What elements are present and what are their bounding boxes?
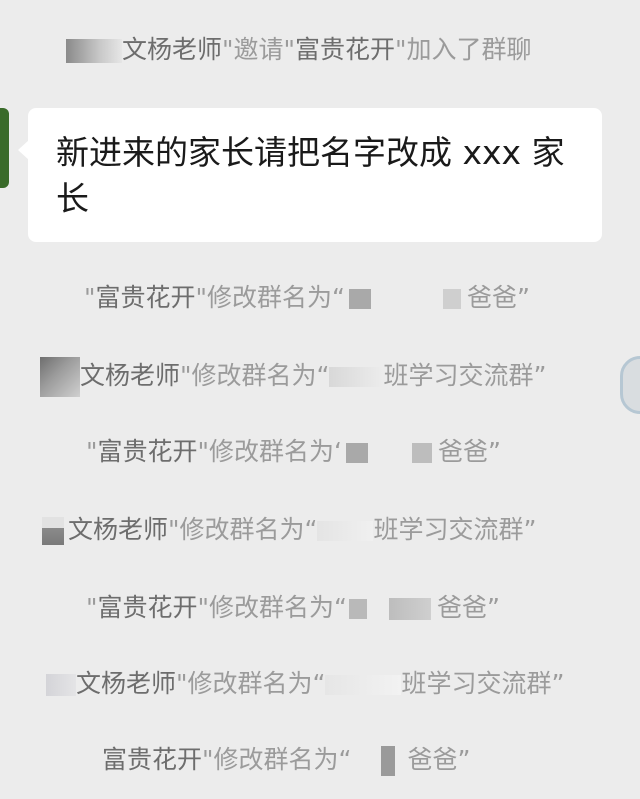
system-message-rename: 文杨老师"修改群名为“ 班学习交流群”	[46, 664, 640, 700]
blurred-name	[42, 517, 64, 545]
blurred-text	[381, 746, 396, 776]
blurred-text	[317, 521, 374, 541]
blurred-text	[329, 367, 384, 387]
blurred-text	[348, 289, 371, 309]
blurred-name	[46, 674, 76, 696]
blurred-text	[411, 443, 432, 463]
sender-avatar[interactable]	[0, 108, 9, 188]
blurred-text	[368, 443, 412, 463]
blurred-name	[66, 39, 122, 63]
system-message-rename: 文杨老师"修改群名为“ 班学习交流群”	[42, 510, 640, 546]
member-avatar[interactable]	[620, 356, 640, 414]
system-message-rename: "富贵花开"修改群名为“ 爸爸”	[84, 283, 530, 312]
blurred-text	[325, 675, 402, 695]
blurred-text	[367, 599, 389, 619]
system-message-rename: "富贵花开"修改群名为“ 爸爸”	[86, 593, 500, 622]
blurred-text	[348, 599, 367, 619]
blurred-name	[40, 357, 80, 397]
chat-message-text: 新进来的家长请把名字改成 xxx 家长	[56, 133, 565, 218]
blurred-text	[345, 443, 368, 463]
blurred-text	[351, 751, 381, 771]
blurred-text	[388, 598, 431, 620]
system-message-rename: 富贵花开"修改群名为“ 爸爸”	[102, 745, 471, 776]
system-message-rename: "富贵花开"修改群名为‘ 爸爸”	[86, 437, 501, 466]
blurred-text	[371, 289, 443, 309]
chat-message-bubble[interactable]: 新进来的家长请把名字改成 xxx 家长	[28, 108, 602, 242]
system-message-rename: 文杨老师"修改群名为“ 班学习交流群”	[40, 356, 640, 397]
system-message-invite: 文杨老师"邀请"富贵花开"加入了群聊	[66, 30, 640, 66]
blurred-text	[442, 289, 461, 309]
